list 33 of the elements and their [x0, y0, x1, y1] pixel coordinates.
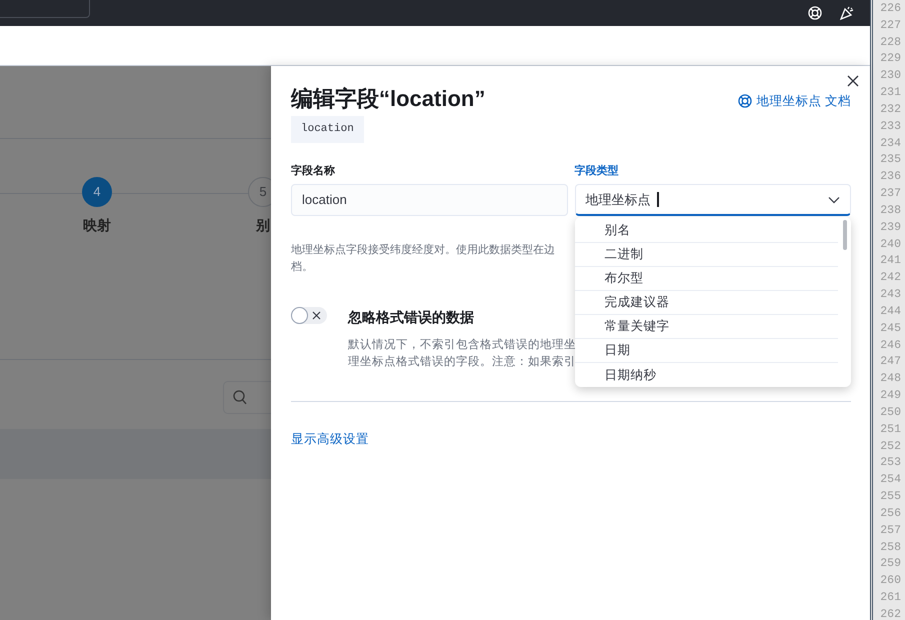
flyout-title: 编辑字段“location”	[291, 86, 486, 112]
chevron-down-icon	[828, 196, 840, 204]
help-icon	[738, 94, 752, 108]
step-label: 别	[256, 216, 270, 235]
search-field[interactable]	[0, 0, 90, 18]
toggle-switch[interactable]	[291, 307, 327, 324]
dropdown-option[interactable]: 别名	[574, 219, 838, 243]
cross-icon	[312, 311, 321, 320]
field-description: 地理坐标点字段接受纬度经度对。使用此数据类型在边 档。	[291, 242, 555, 275]
dropdown-option[interactable]: 常量关键字	[574, 315, 838, 339]
type-select[interactable]: 地理坐标点	[574, 184, 851, 216]
line-number-gutter: 226 227 228 229 230 231 232 233 234 235 236 237 238 239 240 241 242 243 244 245 246 247 248 249 250 251 252 253 254 255 256 257 258 259 260 261 262	[870, 0, 905, 620]
docs-link[interactable]: 地理坐标点 文档	[738, 92, 851, 111]
close-button[interactable]	[846, 74, 860, 88]
step-label: 映射	[83, 216, 111, 235]
dropdown-option[interactable]: 日期	[574, 339, 838, 363]
dropdown-option[interactable]: 二进制	[574, 243, 838, 267]
field-badge: location	[291, 116, 364, 142]
step-number: 4	[82, 177, 112, 207]
dropdown-option[interactable]: 布尔型	[574, 267, 838, 291]
field-label: 字段名称	[291, 164, 336, 178]
advanced-settings-link[interactable]: 显示高级设置	[291, 430, 369, 449]
scrollbar-thumb[interactable]	[843, 220, 847, 250]
cone-icon[interactable]	[840, 6, 854, 20]
dropdown-option[interactable]: 日期纳秒	[574, 363, 838, 387]
dropdown-option[interactable]: 完成建议器	[574, 291, 838, 315]
field-label: 字段类型	[574, 164, 620, 178]
toggle-label: 忽略格式错误的数据	[348, 308, 475, 327]
input-field[interactable]: location	[291, 184, 568, 216]
search-icon	[233, 390, 247, 405]
step-number: 5	[248, 177, 271, 207]
toggle-description: 默认情况下，不索引包含格式错误的地理坐 理坐标点格式错误的字段。注意：如果索引	[348, 338, 576, 370]
help-icon[interactable]	[808, 6, 822, 20]
